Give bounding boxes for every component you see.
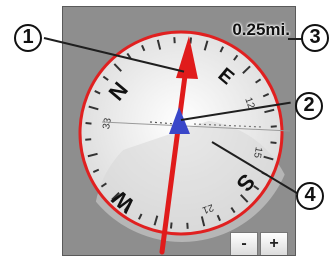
bezel-tick [270,141,277,145]
compass-screen: N E S W 12 15 21 33 0.25mi. - + [62,6,296,256]
callout-4: 4 [296,182,324,210]
callout-line-3 [288,38,302,40]
distance-to-destination: 0.25mi. [232,20,290,39]
callout-1: 1 [14,24,42,52]
callout-2: 2 [295,92,323,120]
bezel-tick [85,121,92,125]
zoom-out-button[interactable]: - [230,232,258,256]
bezel-tick [169,222,173,229]
compass-rose: N E S W 12 15 21 33 [62,30,296,255]
callout-3: 3 [301,24,329,52]
zoom-in-button[interactable]: + [260,232,288,256]
